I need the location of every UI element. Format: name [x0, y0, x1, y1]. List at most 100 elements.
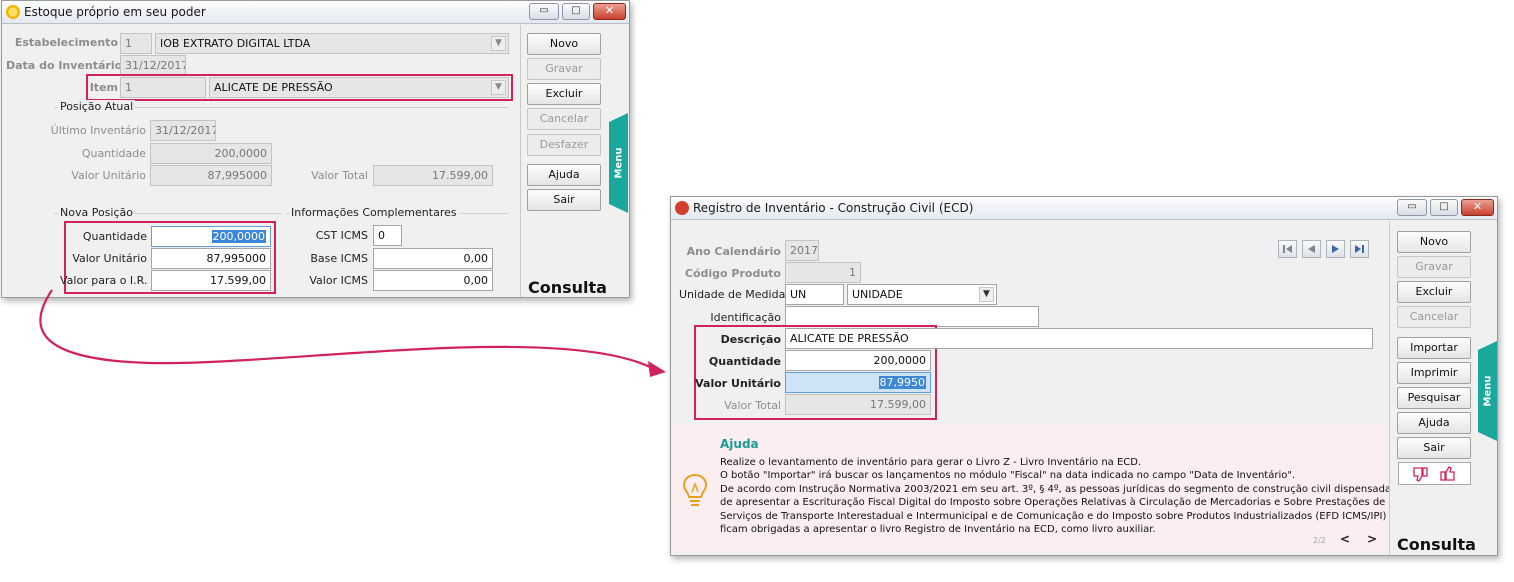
cst-icms-field[interactable]: 0 — [373, 225, 402, 246]
help-prev-button[interactable]: < — [1340, 532, 1350, 546]
menu-tab[interactable]: Menu — [1478, 341, 1497, 441]
sair-button[interactable]: Sair — [527, 189, 601, 211]
menu-tab[interactable]: Menu — [609, 113, 628, 213]
posicao-atual-title: Posição Atual — [58, 100, 136, 113]
chevron-down-icon[interactable]: ▼ — [491, 80, 506, 95]
novo-valor-unitario-label: Valor Unitário — [72, 252, 147, 265]
close-button[interactable]: ✕ — [1461, 199, 1494, 216]
previous-record-button[interactable] — [1302, 240, 1321, 258]
button-panel: Novo Gravar Excluir Cancelar Desfazer Aj… — [520, 25, 609, 297]
codigo-produto-field[interactable]: 1 — [785, 262, 861, 283]
help-panel: Ajuda Realize o levantamento de inventár… — [672, 424, 1396, 552]
chevron-down-icon[interactable]: ▼ — [979, 287, 994, 302]
item-name-value: ALICATE DE PRESSÃO — [214, 81, 333, 94]
last-record-button[interactable] — [1350, 240, 1369, 258]
estabelecimento-code-field[interactable]: 1 — [120, 33, 152, 54]
info-complementares-title: Informações Complementares — [289, 206, 459, 219]
nova-quantidade-label: Quantidade — [82, 230, 147, 243]
nova-posicao-title: Nova Posição — [58, 206, 135, 219]
button-panel: Novo Gravar Excluir Cancelar Importar Im… — [1389, 221, 1477, 555]
nova-quantidade-field[interactable]: 200,0000 — [151, 226, 271, 247]
chevron-down-icon[interactable]: ▼ — [491, 36, 506, 51]
close-button[interactable]: ✕ — [593, 3, 626, 20]
valor-ir-label: Valor para o I.R. — [60, 274, 148, 287]
base-icms-label: Base ICMS — [310, 252, 368, 265]
cst-icms-label: CST ICMS — [315, 229, 368, 242]
unidade-code-field[interactable]: UN — [785, 284, 844, 305]
valor-unitario-atual-field[interactable]: 87,995000 — [150, 165, 272, 186]
excluir-button[interactable]: Excluir — [1397, 281, 1471, 303]
cancelar-button[interactable]: Cancelar — [1397, 306, 1471, 328]
next-record-button[interactable] — [1326, 240, 1345, 258]
last-record-icon — [1355, 245, 1364, 253]
gravar-button[interactable]: Gravar — [527, 58, 601, 80]
quantidade-field[interactable]: 200,0000 — [785, 350, 931, 371]
maximize-button[interactable]: □ — [562, 3, 590, 20]
thumbs-up-icon[interactable] — [1439, 465, 1459, 483]
window-titlebar[interactable]: Registro de Inventário - Construção Civi… — [671, 197, 1497, 220]
ano-calendario-label: Ano Calendário — [686, 245, 781, 258]
window-title: Registro de Inventário - Construção Civi… — [693, 201, 974, 215]
thumbs-down-icon[interactable] — [1411, 465, 1431, 483]
minimize-button[interactable]: ▭ — [1397, 199, 1427, 216]
first-record-button[interactable] — [1278, 240, 1297, 258]
consulta-label: Consulta — [1397, 535, 1476, 554]
valor-unitario-value: 87,9950 — [878, 376, 926, 389]
valor-ir-field[interactable]: 17.599,00 — [151, 270, 271, 291]
window-titlebar[interactable]: Estoque próprio em seu poder ▭ □ ✕ — [2, 1, 629, 24]
help-next-button[interactable]: > — [1367, 532, 1377, 546]
item-label: Item — [89, 81, 118, 94]
valor-total-label: Valor Total — [724, 399, 781, 412]
gravar-button[interactable]: Gravar — [1397, 256, 1471, 278]
pesquisar-button[interactable]: Pesquisar — [1397, 387, 1471, 409]
help-line: Serviços de Transporte Interestadual e I… — [720, 510, 1387, 522]
valor-unitario-label: Valor Unitário — [695, 377, 781, 390]
sair-button[interactable]: Sair — [1397, 437, 1471, 459]
ultimo-inventario-field[interactable]: 31/12/2017 — [150, 120, 216, 141]
estabelecimento-label: Estabelecimento — [14, 36, 118, 49]
descricao-field[interactable]: ALICATE DE PRESSÃO — [785, 328, 1373, 349]
ajuda-button[interactable]: Ajuda — [527, 164, 601, 186]
valor-unitario-field[interactable]: 87,9950 — [785, 372, 931, 393]
identificacao-field[interactable] — [785, 306, 1039, 327]
minimize-button[interactable]: ▭ — [529, 3, 559, 20]
quantidade-atual-field[interactable]: 200,0000 — [150, 143, 272, 164]
ano-calendario-field[interactable]: 2017 — [785, 240, 819, 261]
window-estoque: Estoque próprio em seu poder ▭ □ ✕ Estab… — [1, 0, 630, 298]
previous-record-icon — [1308, 245, 1315, 253]
novo-button[interactable]: Novo — [1397, 231, 1471, 253]
valor-total-atual-field[interactable]: 17.599,00 — [373, 165, 493, 186]
maximize-button[interactable]: □ — [1430, 199, 1458, 216]
importar-button[interactable]: Importar — [1397, 337, 1471, 359]
novo-button[interactable]: Novo — [527, 33, 601, 55]
lightbulb-icon — [682, 473, 708, 506]
item-name-select[interactable]: ALICATE DE PRESSÃO ▼ — [209, 77, 509, 98]
quantidade-atual-label: Quantidade — [81, 147, 146, 160]
estabelecimento-name-select[interactable]: IOB EXTRATO DIGITAL LTDA ▼ — [155, 33, 509, 54]
valor-icms-field[interactable]: 0,00 — [373, 270, 493, 291]
help-page-indicator: 2/2 — [1313, 536, 1326, 545]
imprimir-button[interactable]: Imprimir — [1397, 362, 1471, 384]
identificacao-label: Identificação — [710, 311, 781, 324]
app-chart-icon — [675, 201, 689, 215]
valor-total-field[interactable]: 17.599,00 — [785, 394, 931, 415]
item-code-field[interactable]: 1 — [120, 77, 206, 98]
next-record-icon — [1332, 245, 1339, 253]
valor-total-atual-label: Valor Total — [311, 169, 368, 182]
novo-valor-unitario-field[interactable]: 87,995000 — [151, 248, 271, 269]
excluir-button[interactable]: Excluir — [527, 83, 601, 105]
help-line: ficam obrigadas a apresentar o livro Reg… — [720, 524, 1156, 536]
window-title: Estoque próprio em seu poder — [24, 5, 206, 19]
base-icms-field[interactable]: 0,00 — [373, 248, 493, 269]
help-line: Realize o levantamento de inventário par… — [720, 457, 1142, 468]
feedback-buttons — [1398, 462, 1471, 485]
estabelecimento-name-value: IOB EXTRATO DIGITAL LTDA — [160, 37, 311, 50]
cancelar-button[interactable]: Cancelar — [527, 108, 601, 130]
desfazer-button[interactable]: Desfazer — [527, 134, 601, 156]
help-title: Ajuda — [720, 437, 759, 451]
data-inventario-field[interactable]: 31/12/2017 — [120, 55, 186, 76]
valor-unitario-atual-label: Valor Unitário — [71, 169, 146, 182]
ajuda-button[interactable]: Ajuda — [1397, 412, 1471, 434]
app-sun-icon — [6, 5, 20, 19]
unidade-name-select[interactable]: UNIDADE ▼ — [847, 284, 997, 305]
